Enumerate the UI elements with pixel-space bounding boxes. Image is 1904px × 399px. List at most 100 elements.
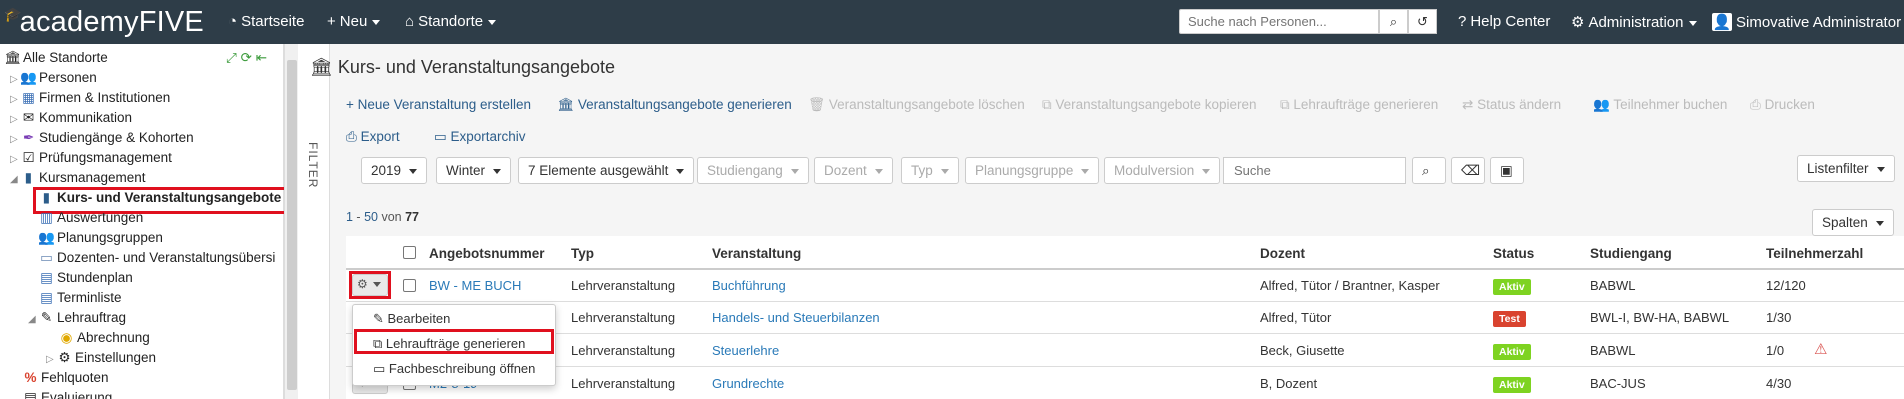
generate-offers-label: Veranstaltungsangebote generieren [577, 97, 792, 112]
row-checkbox[interactable] [403, 279, 416, 292]
status-badge: Aktiv [1493, 344, 1531, 360]
copy-offers-button[interactable]: ⧉ Veranstaltungsangebote kopieren [1042, 97, 1257, 113]
generate-offers-button[interactable]: 🏛 Veranstaltungsangebote generieren [557, 97, 792, 113]
tree-item-lehrauftrag[interactable]: ◢ ✎ Lehrauftrag [28, 310, 126, 330]
header-status[interactable]: Status [1493, 246, 1534, 261]
tree-item-fehlquoten[interactable]: % Fehlquoten [22, 370, 108, 390]
chevron-down-icon [874, 168, 883, 174]
filter-dozent-value: Dozent [824, 163, 867, 178]
nav-standorte[interactable]: ⌂ Standorte [405, 13, 497, 30]
filter-semester[interactable]: Winter [436, 157, 512, 184]
collapse-icon: ⇤ [255, 50, 267, 65]
print-button[interactable]: ⎙ Drucken [1750, 97, 1815, 113]
menu-item-fachbeschreibung[interactable]: ▭ Fachbeschreibung öffnen [373, 361, 535, 377]
cell-veranstaltung[interactable]: Grundrechte [712, 376, 784, 391]
export-archive-button[interactable]: ▭ Exportarchiv [434, 129, 526, 145]
list-filter-button[interactable]: Listenfilter [1797, 155, 1895, 182]
cell-veranstaltung[interactable]: Handels- und Steuerbilanzen [712, 310, 880, 325]
header-studiengang[interactable]: Studiengang [1590, 246, 1672, 261]
tree-toolbar[interactable]: ⤢ ⟳ ⇤ [226, 50, 267, 70]
header-dozent[interactable]: Dozent [1260, 246, 1305, 261]
filter-typ[interactable]: Typ [901, 157, 959, 184]
nav-user[interactable]: 👤 Simovative Administrator [1712, 13, 1904, 31]
tree-scrollbar[interactable] [284, 44, 298, 399]
generate-teaching-assignments-button[interactable]: ⧉ Lehraufträge generieren [1280, 97, 1438, 113]
persons-icon: 👥 [20, 70, 37, 85]
cell-veranstaltung[interactable]: Buchführung [712, 278, 786, 293]
filter-elements[interactable]: 7 Elemente ausgewählt [518, 157, 695, 184]
tree-item-stundenplan[interactable]: ▤ Stundenplan [38, 270, 133, 290]
delete-offers-label: Veranstaltungsangebote löschen [828, 97, 1025, 112]
person-search-input[interactable] [1179, 9, 1379, 34]
tree-item-label: Personen [39, 70, 97, 85]
tree-item-personen[interactable]: ▷ 👥 Personen [10, 70, 97, 90]
nav-neu[interactable]: + Neu [327, 13, 381, 30]
filter-typ-value: Typ [911, 163, 933, 178]
nav-administration[interactable]: ⚙ Administration [1571, 13, 1697, 31]
plus-icon: + [346, 97, 358, 112]
nav-help-center[interactable]: ? Help Center [1458, 13, 1550, 30]
cell-angebotsnummer[interactable]: BW - ME BUCH [429, 278, 521, 293]
filter-modulversion-value: Modulversion [1114, 163, 1195, 178]
chart-icon: ▥ [40, 210, 53, 225]
header-angebotsnummer[interactable]: Angebotsnummer [429, 246, 545, 261]
checklist-icon: ☑ [22, 150, 35, 165]
tree-item-dozenten[interactable]: ▭ Dozenten- und Veranstaltungsübersi [38, 250, 275, 270]
filter-search-input[interactable] [1223, 157, 1406, 184]
gear-icon: ⚙ [1571, 14, 1585, 31]
filter-clear-button[interactable]: ⌫ [1451, 157, 1485, 184]
delete-offers-button[interactable]: 🗑 Veranstaltungsangebote löschen [808, 97, 1025, 113]
tree-item-pruefung[interactable]: ▷ ☑ Prüfungsmanagement [10, 150, 172, 170]
filter-planungsgruppe-value: Planungsgruppe [975, 163, 1074, 178]
filter-dozent[interactable]: Dozent [814, 157, 893, 184]
header-typ[interactable]: Typ [571, 246, 594, 261]
page-title-text: Kurs- und Veranstaltungsangebote [337, 57, 616, 77]
menu-item-bearbeiten[interactable]: ✎ Bearbeiten [373, 311, 450, 327]
tree-scrollbar-thumb[interactable] [287, 60, 297, 390]
menu-item-label: Fachbeschreibung öffnen [388, 361, 536, 376]
nav-neu-label: Neu [339, 13, 368, 30]
filter-search-button[interactable]: ⌕ [1412, 157, 1446, 184]
tree-item-firmen[interactable]: ▷ ▦ Firmen & Institutionen [10, 90, 170, 110]
filter-year[interactable]: 2019 [361, 157, 428, 184]
chevron-down-icon [1081, 168, 1090, 174]
tree-item-auswertungen[interactable]: ▥ Auswertungen [38, 210, 143, 230]
cell-typ: Lehrveranstaltung [571, 310, 676, 325]
tree-item-kommunikation[interactable]: ▷ ✉ Kommunikation [10, 110, 132, 130]
filter-studiengang[interactable]: Studiengang [697, 157, 809, 184]
new-event-button[interactable]: + Neue Veranstaltung erstellen [346, 97, 531, 112]
search-button[interactable]: ⌕ [1379, 9, 1408, 34]
chevron-down-icon [372, 19, 381, 25]
tree-item-label: Kommunikation [39, 110, 133, 125]
pager-from: 1 [346, 210, 353, 224]
calendar-icon: ▤ [40, 270, 53, 285]
tree-root[interactable]: 🏛 Alle Standorte [4, 50, 108, 70]
history-button[interactable]: ↺ [1408, 9, 1437, 34]
coins-icon: ◉ [60, 330, 73, 345]
tree-item-evaluierung[interactable]: ▤ Evaluierung [22, 390, 112, 399]
filter-modulversion[interactable]: Modulversion [1104, 157, 1221, 184]
select-all-checkbox[interactable] [403, 246, 416, 259]
tree-item-studiengaenge[interactable]: ▷ ✒ Studiengänge & Kohorten [10, 130, 194, 150]
header-veranstaltung[interactable]: Veranstaltung [712, 246, 801, 261]
tree-item-terminliste[interactable]: ▤ Terminliste [38, 290, 121, 310]
expand-icon: ▷ [10, 94, 18, 105]
columns-button[interactable]: Spalten [1812, 209, 1894, 236]
tree-item-label: Lehrauftrag [57, 310, 127, 325]
tree-item-planungsgruppen[interactable]: 👥 Planungsgruppen [38, 230, 163, 250]
filter-panel-toggle[interactable]: FILTER [298, 44, 330, 399]
change-status-button[interactable]: ⇄ Status ändern [1462, 97, 1561, 113]
tree-item-einstellungen[interactable]: ▷ ⚙ Einstellungen [46, 350, 156, 370]
tree-item-label: Dozenten- und Veranstaltungsübersi [57, 250, 276, 265]
filter-planungsgruppe[interactable]: Planungsgruppe [965, 157, 1100, 184]
nav-startseite[interactable]: ◔ Startseite [228, 13, 304, 30]
book-participants-button[interactable]: 👥 Teilnehmer buchen [1593, 97, 1727, 113]
help-label: Help Center [1470, 13, 1551, 30]
tree-item-abrechnung[interactable]: ◉ Abrechnung [58, 330, 150, 350]
chevron-down-icon [409, 168, 418, 174]
cell-veranstaltung[interactable]: Steuerlehre [712, 343, 779, 358]
export-button[interactable]: ⎙ Export [346, 129, 400, 145]
brand-logo[interactable]: 🎓academyFIVE [4, 6, 204, 39]
header-teilnehmerzahl[interactable]: Teilnehmerzahl [1766, 246, 1863, 261]
filter-save-button[interactable]: ▣ [1490, 157, 1524, 184]
